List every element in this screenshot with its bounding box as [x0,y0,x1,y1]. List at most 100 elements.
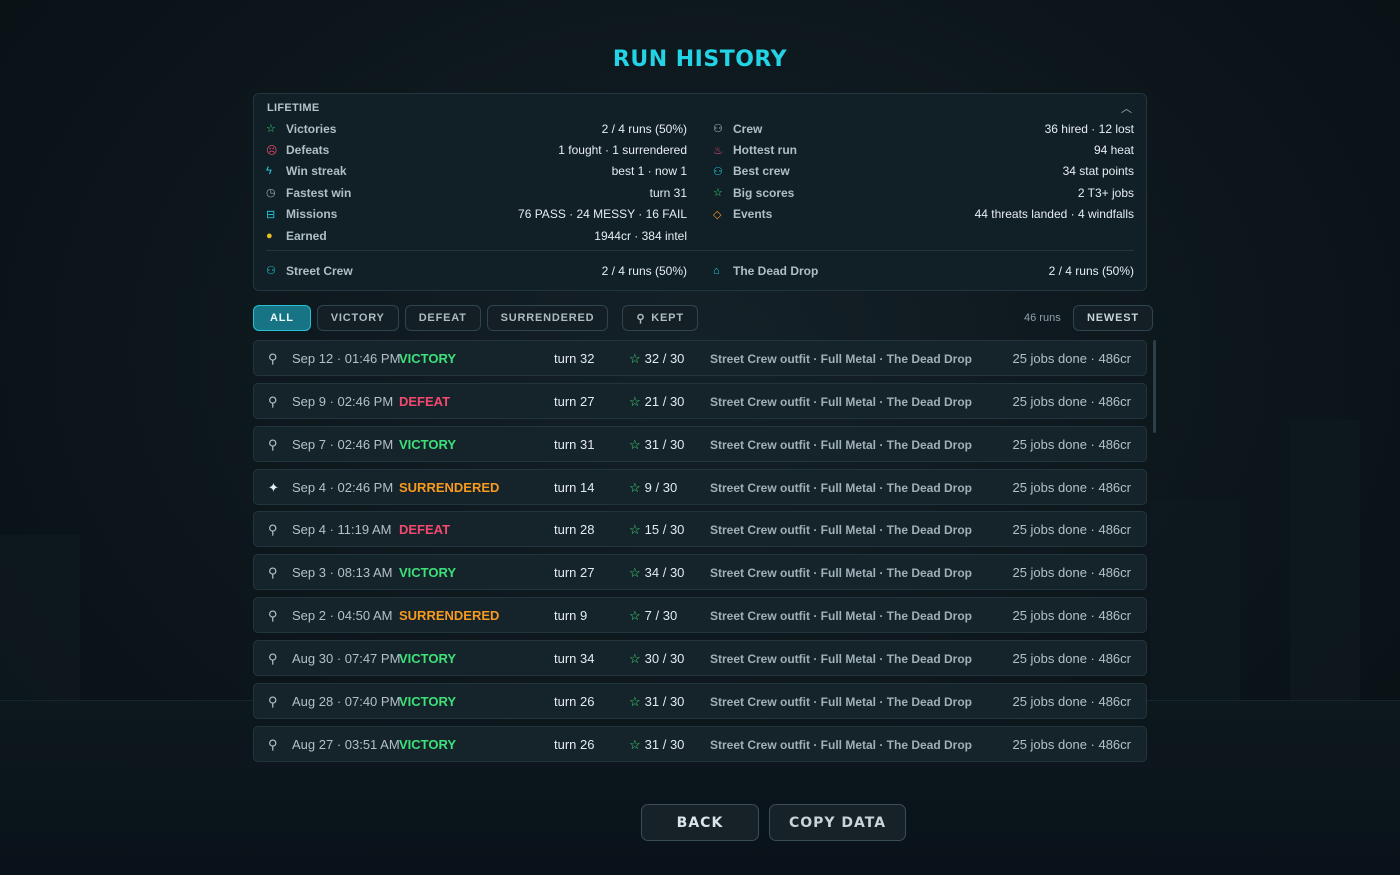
run-jobs: 25 jobs done · 486cr [1012,351,1131,366]
stat-label: Victories [286,121,337,136]
run-turn: turn 9 [554,608,588,624]
stat-label: Street Crew [286,263,353,278]
pin-icon[interactable]: ⚲ [268,651,278,667]
stat-value: 2 / 4 runs (50%) [601,263,687,278]
run-turn: turn 31 [554,436,595,452]
run-outcome: VICTORY [399,650,457,666]
pin-icon[interactable]: ⚲ [268,394,278,410]
stat-label: Big scores [733,185,795,200]
lifetime-footer-left: ⚇ Street Crew 2 / 4 runs (50%) [266,260,687,281]
back-button[interactable]: BACK [641,804,759,841]
pin-icon[interactable]: ⚲ [268,608,278,624]
stat-label: Best crew [733,164,790,179]
star-icon: ☆ [629,522,641,538]
star-icon: ☆ [629,693,641,709]
run-row[interactable]: ⚲ Sep 9 · 02:46 PM DEFEAT turn 27 ☆ 21 / 30 St… [253,382,1147,419]
run-score-value: 31 / 30 [644,736,685,752]
stat-label: Defeats [286,143,330,158]
run-score-value: 9 / 30 [644,479,678,495]
run-jobs: 25 jobs done · 486cr [1012,565,1131,581]
filter-victory-button[interactable]: VICTORY [316,305,399,331]
run-row[interactable]: ⚲ Sep 7 · 02:46 PM VICTORY turn 31 ☆ 31 / 30 S… [253,425,1147,462]
run-jobs: 25 jobs done · 486cr [1012,736,1131,752]
filter-all-button[interactable]: ALL [253,305,311,331]
run-score: ☆ 31 / 30 [629,437,684,453]
run-score: ☆ 9 / 30 [629,480,677,496]
run-row[interactable]: ⚲ Sep 3 · 08:13 AM VICTORY turn 27 ☆ 34 / 30 S… [253,554,1147,591]
star-icon: ☆ [266,123,276,136]
run-row[interactable]: ⚲ Aug 30 · 07:47 PM VICTORY turn 34 ☆ 30 / 30… [253,639,1147,676]
stat-value: 1944cr · 384 intel [594,228,687,243]
store-icon: ⌂ [713,264,720,277]
stat-row: ● Earned 1944cr · 384 intel [266,225,687,246]
run-score-value: 31 / 30 [644,693,685,709]
chevron-up-icon[interactable]: ︿ [1121,100,1132,116]
filter-kept-label: KEPT [651,312,684,324]
lifetime-footer-right: ⌂ The Dead Drop 2 / 4 runs (50%) [713,260,1134,281]
run-turn: turn 34 [554,650,595,666]
filter-surrendered-button[interactable]: SURRENDERED [486,305,609,331]
run-score-value: 15 / 30 [644,522,685,538]
run-score: ☆ 31 / 30 [629,737,684,753]
stat-row: ⚇ Crew 36 hired · 12 lost [713,118,1134,139]
run-outcome: VICTORY [399,693,457,709]
run-jobs: 25 jobs done · 486cr [1012,393,1131,409]
star-icon: ☆ [629,565,641,581]
stat-value: best 1 · now 1 [611,164,687,179]
pin-icon[interactable]: ⚲ [268,351,278,367]
copy-data-button[interactable]: COPY DATA [769,804,906,841]
run-row[interactable]: ⚲ Aug 27 · 03:51 AM VICTORY turn 26 ☆ 31 / 30… [253,725,1147,762]
run-date: Sep 9 · 02:46 PM [292,393,394,409]
pin-icon[interactable]: ⚲ [268,565,278,581]
stat-label: Win streak [286,164,347,179]
stat-label: Missions [286,207,338,222]
run-score: ☆ 21 / 30 [629,394,684,410]
run-jobs: 25 jobs done · 486cr [1012,479,1131,495]
stat-label: Earned [286,228,327,243]
stat-value: 2 / 4 runs (50%) [1048,263,1134,278]
run-outfit: Street Crew outfit · Full Metal · The De… [710,523,973,538]
run-jobs: 25 jobs done · 486cr [1012,650,1131,666]
run-outfit: Street Crew outfit · Full Metal · The De… [710,566,973,581]
scrollbar[interactable] [1153,340,1156,433]
sort-newest-button[interactable]: NEWEST [1073,305,1153,331]
filter-kept-button[interactable]: ⚲ KEPT [622,305,698,331]
star-icon: ☆ [629,351,641,366]
run-date: Sep 2 · 04:50 AM [292,608,393,624]
run-turn: turn 27 [554,565,595,581]
filter-bar: ALL VICTORY DEFEAT SURRENDERED ⚲ KEPT [253,305,698,331]
stat-row: ♨ Hottest run 94 heat [713,139,1134,160]
run-outfit: Street Crew outfit · Full Metal · The De… [710,437,973,452]
run-jobs: 25 jobs done · 486cr [1012,608,1131,624]
diamond-icon: ◇ [713,208,722,221]
pin-icon[interactable]: ✦ [268,480,279,496]
run-row[interactable]: ⚲ Aug 28 · 07:40 PM VICTORY turn 26 ☆ 31 / 30… [253,682,1147,719]
stat-label: Events [733,207,773,222]
stat-value: 2 T3+ jobs [1077,185,1134,200]
run-row[interactable]: ✦ Sep 4 · 02:46 PM SURRENDERED turn 14 ☆ 9 / … [253,468,1147,505]
run-score: ☆ 30 / 30 [629,651,684,667]
pin-icon[interactable]: ⚲ [268,522,278,538]
run-outfit: Street Crew outfit · Full Metal · The De… [710,609,973,624]
run-row[interactable]: ⚲ Sep 12 · 01:46 PM VICTORY turn 32 ☆ 32 / 30… [253,340,1147,376]
pin-icon[interactable]: ⚲ [268,694,278,710]
pin-icon[interactable]: ⚲ [268,437,278,453]
filter-defeat-button[interactable]: DEFEAT [404,305,481,331]
run-score-value: 31 / 30 [644,436,685,452]
run-score: ☆ 32 / 30 [629,351,684,367]
pin-icon[interactable]: ⚲ [268,737,278,753]
run-outcome: DEFEAT [399,393,451,409]
users-icon: ⚇ [266,265,276,278]
stat-row: ☆ Victories 2 / 4 runs (50%) [266,118,687,139]
stat-value: 36 hired · 12 lost [1044,121,1134,136]
coin-icon: ● [266,229,273,242]
run-row[interactable]: ⚲ Sep 2 · 04:50 AM SURRENDERED turn 9 ☆ 7 / 3… [253,597,1147,634]
lifetime-panel: LIFETIME ︿ ☆ Victories 2 / 4 runs (50%) ☹ De… [253,93,1147,291]
stat-row: ϟ Win streak best 1 · now 1 [266,161,687,182]
run-jobs: 25 jobs done · 486cr [1012,693,1131,709]
run-row[interactable]: ⚲ Sep 4 · 11:19 AM DEFEAT turn 28 ☆ 15 / 30 St… [253,511,1147,548]
star-icon: ☆ [629,393,641,409]
briefcase-icon: ⊟ [266,208,276,221]
run-score: ☆ 15 / 30 [629,522,684,538]
lifetime-stats-left: ☆ Victories 2 / 4 runs (50%) ☹ Defeats 1 foug… [266,118,687,246]
